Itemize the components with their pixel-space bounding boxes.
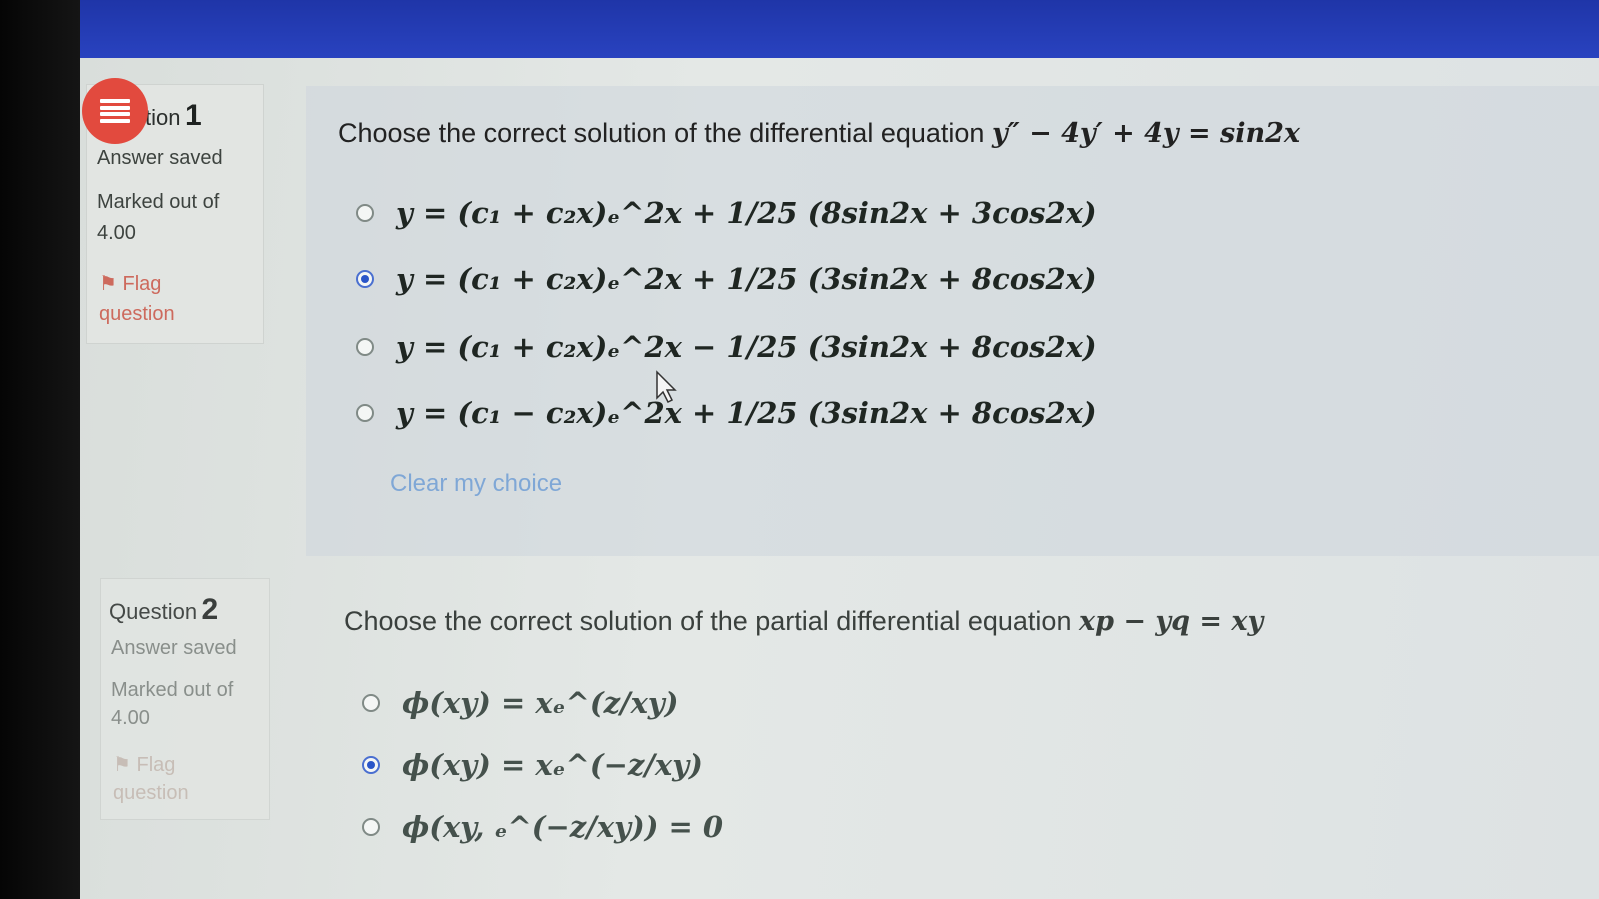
radio-button[interactable] [362,818,380,836]
mouse-pointer-icon [656,370,677,404]
question-2-number: 2 [201,593,219,626]
radio-button-selected[interactable] [362,756,380,774]
radio-button[interactable] [356,204,374,222]
option-text: y = (c₁ + c₂x)ₑ^2x + 1/25 (3sin2x + 8cos… [396,262,1097,296]
question-2-marked-label: Marked out of [111,679,234,701]
question-2-flag-button[interactable]: ⚑ Flag question [113,751,223,807]
question-2-option-c[interactable]: ϕ(xy, ₑ^(−z/xy)) = 0 [362,810,723,844]
question-1-number: 1 [184,99,202,132]
question-1-option-a[interactable]: y = (c₁ + c₂x)ₑ^2x + 1/25 (8sin2x + 3cos… [356,196,1097,230]
radio-button[interactable] [362,694,380,712]
question-2-info: Question 2 Answer saved Marked out of 4.… [100,578,270,820]
question-1-status: Answer saved [97,147,223,169]
question-2-status: Answer saved [111,637,237,659]
question-1-equation: y″ − 4y′ + 4y = sin2x [991,118,1300,149]
radio-button[interactable] [356,338,374,356]
flag-icon: ⚑ [99,273,117,295]
question-list-button[interactable] [82,78,148,144]
option-text: y = (c₁ + c₂x)ₑ^2x + 1/25 (8sin2x + 3cos… [396,196,1097,230]
question-1-text: Choose the correct solution of the diffe… [338,118,1300,149]
option-text: y = (c₁ − c₂x)ₑ^2x + 1/25 (3sin2x + 8cos… [396,396,1097,430]
question-2-option-b[interactable]: ϕ(xy) = xₑ^(−z/xy) [362,748,703,782]
question-2-text: Choose the correct solution of the parti… [344,606,1263,637]
question-list-icon [100,99,130,123]
clear-choice-link[interactable]: Clear my choice [390,470,562,498]
radio-button-selected[interactable] [356,270,374,288]
question-1-prompt: Choose the correct solution of the diffe… [338,118,985,148]
question-2-title: Question [109,599,198,624]
question-1-flag-button[interactable]: ⚑ Flag question [99,269,219,329]
option-text: ϕ(xy, ₑ^(−z/xy)) = 0 [402,810,724,844]
flag-icon: ⚑ [113,754,131,776]
question-1-marked-label: Marked out of [97,191,220,213]
option-text: ϕ(xy) = xₑ^(z/xy) [402,686,679,720]
question-2-option-a[interactable]: ϕ(xy) = xₑ^(z/xy) [362,686,679,720]
question-1-marked-value: 4.00 [97,222,136,244]
radio-button[interactable] [356,404,374,422]
screen-bezel [0,0,80,899]
question-1-option-d[interactable]: y = (c₁ − c₂x)ₑ^2x + 1/25 (3sin2x + 8cos… [356,396,1097,430]
question-2-equation: xp − yq = xy [1078,606,1264,637]
question-1-option-b[interactable]: y = (c₁ + c₂x)ₑ^2x + 1/25 (3sin2x + 8cos… [356,262,1097,296]
option-text: ϕ(xy) = xₑ^(−z/xy) [402,748,703,782]
question-1-title: tion [145,105,181,130]
option-text: y = (c₁ + c₂x)ₑ^2x − 1/25 (3sin2x + 8cos… [396,330,1097,364]
question-2-prompt: Choose the correct solution of the parti… [344,606,1072,636]
question-1-option-c[interactable]: y = (c₁ + c₂x)ₑ^2x − 1/25 (3sin2x + 8cos… [356,330,1097,364]
question-2-marked-value: 4.00 [111,707,150,729]
